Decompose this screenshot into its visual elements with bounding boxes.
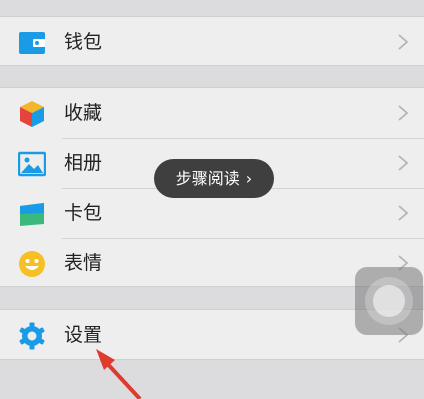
- annotation-arrow-icon: [96, 349, 142, 399]
